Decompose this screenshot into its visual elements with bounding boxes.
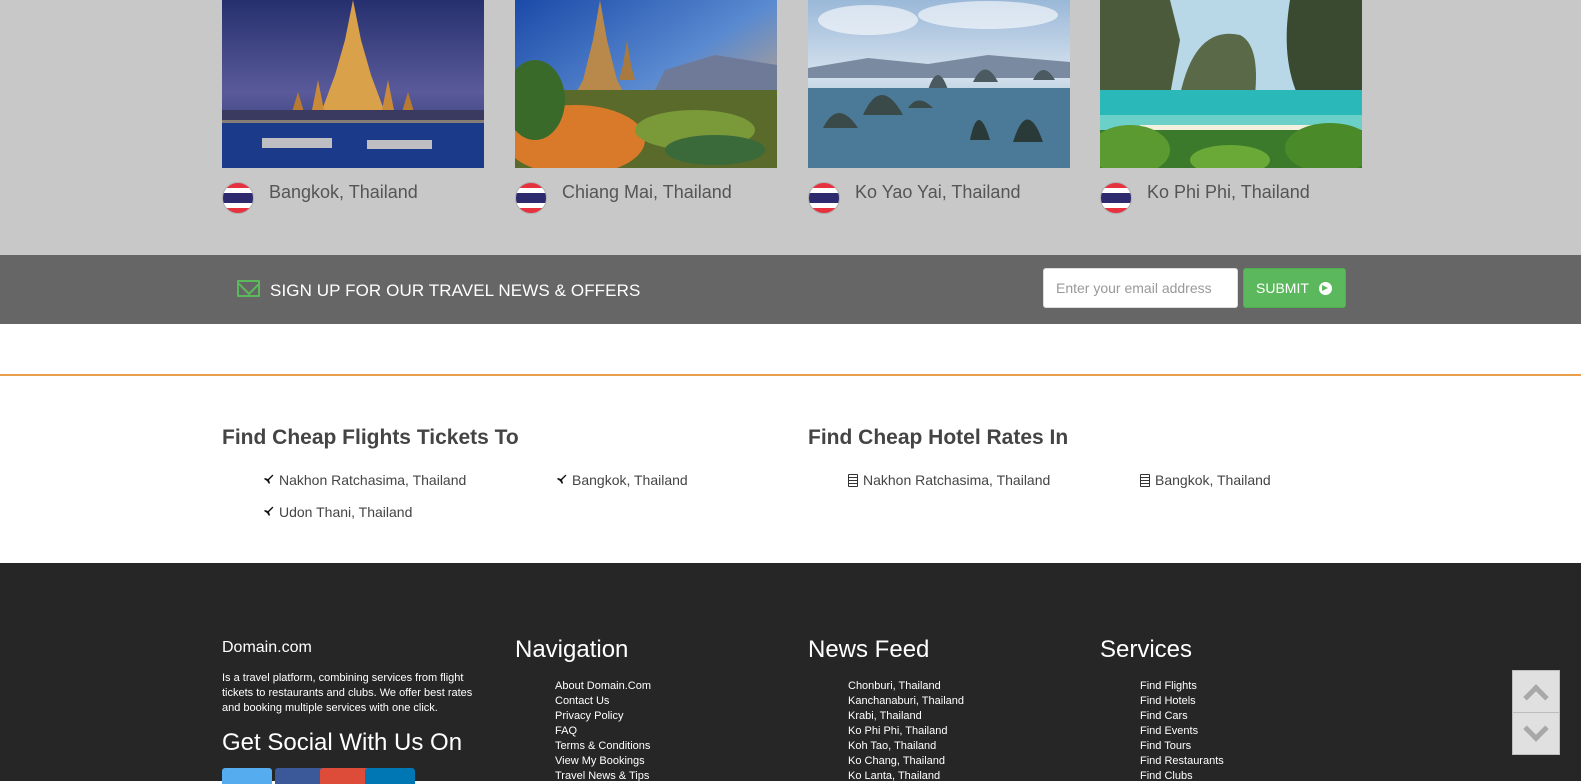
nav-link[interactable]: Terms & Conditions [555,739,651,754]
news-link[interactable]: Ko Phi Phi, Thailand [848,724,964,739]
thailand-flag-icon [222,182,254,214]
hotel-link[interactable]: Bangkok, Thailand [1140,472,1271,488]
flight-link[interactable]: Nakhon Ratchasima, Thailand [262,472,466,488]
service-link[interactable]: Find Cars [1140,709,1224,724]
plane-icon [263,506,274,517]
email-field[interactable] [1043,268,1238,308]
destination-card-bangkok[interactable]: Bangkok, Thailand [222,0,484,220]
news-link[interactable]: Krabi, Thailand [848,709,964,724]
thailand-flag-icon [515,182,547,214]
services-heading: Services [1100,636,1193,663]
service-link[interactable]: Find Flights [1140,679,1224,694]
hotel-link-label: Nakhon Ratchasima, Thailand [863,472,1051,488]
flight-link-label: Udon Thani, Thailand [279,504,413,520]
chevron-down-icon [1523,715,1549,742]
destination-card-ko-phi-phi[interactable]: Ko Phi Phi, Thailand [1100,0,1362,220]
navigation-heading: Navigation [515,636,629,663]
plane-icon [556,474,567,485]
service-link[interactable]: Find Events [1140,724,1224,739]
flight-link[interactable]: Bangkok, Thailand [555,472,688,488]
social-heading: Get Social With Us On [222,729,463,756]
flight-link[interactable]: Udon Thani, Thailand [262,504,412,520]
building-icon [1140,473,1150,487]
destinations-section: Bangkok, Thailand Chiang Mai, Thailand K… [0,0,1581,255]
services-list: Find Flights Find Hotels Find Cars Find … [1140,679,1224,784]
destination-name[interactable]: Ko Yao Yai, Thailand [855,182,1020,203]
service-link[interactable]: Find Hotels [1140,694,1224,709]
news-link[interactable]: Chonburi, Thailand [848,679,964,694]
news-link[interactable]: Ko Lanta, Thailand [848,769,964,784]
flights-heading: Find Cheap Flights Tickets To [222,426,519,449]
news-feed-list: Chonburi, Thailand Kanchanaburi, Thailan… [848,679,964,784]
building-icon [848,473,858,487]
destination-photo[interactable] [1100,0,1362,168]
section-divider [0,374,1581,376]
plane-icon [263,474,274,485]
twitter-button[interactable] [222,768,272,784]
google-plus-button[interactable] [320,768,370,784]
nav-link[interactable]: Contact Us [555,694,651,709]
newsletter-bar: SIGN UP FOR OUR TRAVEL NEWS & OFFERS SUB… [0,255,1581,324]
newsletter-title: SIGN UP FOR OUR TRAVEL NEWS & OFFERS [270,281,641,300]
arrow-circle-right-icon [1318,281,1332,295]
scroll-down-button[interactable] [1512,712,1560,755]
submit-label: SUBMIT [1256,280,1309,296]
hotels-heading: Find Cheap Hotel Rates In [808,426,1069,449]
hotel-link[interactable]: Nakhon Ratchasima, Thailand [848,472,1050,488]
submit-button[interactable]: SUBMIT [1243,268,1346,308]
nav-link[interactable]: About Domain.Com [555,679,651,694]
flight-link-label: Bangkok, Thailand [572,472,688,488]
destination-photo[interactable] [808,0,1070,168]
footer-about-text: Is a travel platform, combining services… [222,672,473,714]
destination-photo[interactable] [515,0,777,168]
envelope-icon [237,280,260,297]
footer-brand: Domain.com [222,639,312,656]
hotel-link-label: Bangkok, Thailand [1155,472,1271,488]
scroll-up-button[interactable] [1512,670,1560,713]
service-link[interactable]: Find Restaurants [1140,754,1224,769]
thailand-flag-icon [1100,182,1132,214]
destination-card-chiang-mai[interactable]: Chiang Mai, Thailand [515,0,777,220]
news-link[interactable]: Ko Chang, Thailand [848,754,964,769]
destination-photo[interactable] [222,0,484,168]
destination-name[interactable]: Chiang Mai, Thailand [562,182,732,203]
navigation-list: About Domain.Com Contact Us Privacy Poli… [555,679,651,784]
nav-link[interactable]: FAQ [555,724,651,739]
linkedin-button[interactable] [365,768,415,784]
site-footer: Domain.com Is a travel platform, combini… [0,563,1581,784]
service-link[interactable]: Find Clubs [1140,769,1224,784]
destination-card-ko-yao-yai[interactable]: Ko Yao Yai, Thailand [808,0,1070,220]
news-feed-heading: News Feed [808,636,930,663]
news-link[interactable]: Koh Tao, Thailand [848,739,964,754]
facebook-button[interactable] [275,768,325,784]
chevron-up-icon [1523,683,1549,710]
destination-name[interactable]: Ko Phi Phi, Thailand [1147,182,1310,203]
news-link[interactable]: Kanchanaburi, Thailand [848,694,964,709]
service-link[interactable]: Find Tours [1140,739,1224,754]
flight-link-label: Nakhon Ratchasima, Thailand [279,472,467,488]
nav-link[interactable]: Travel News & Tips [555,769,651,784]
destination-name[interactable]: Bangkok, Thailand [269,182,418,203]
nav-link[interactable]: View My Bookings [555,754,651,769]
thailand-flag-icon [808,182,840,214]
nav-link[interactable]: Privacy Policy [555,709,651,724]
